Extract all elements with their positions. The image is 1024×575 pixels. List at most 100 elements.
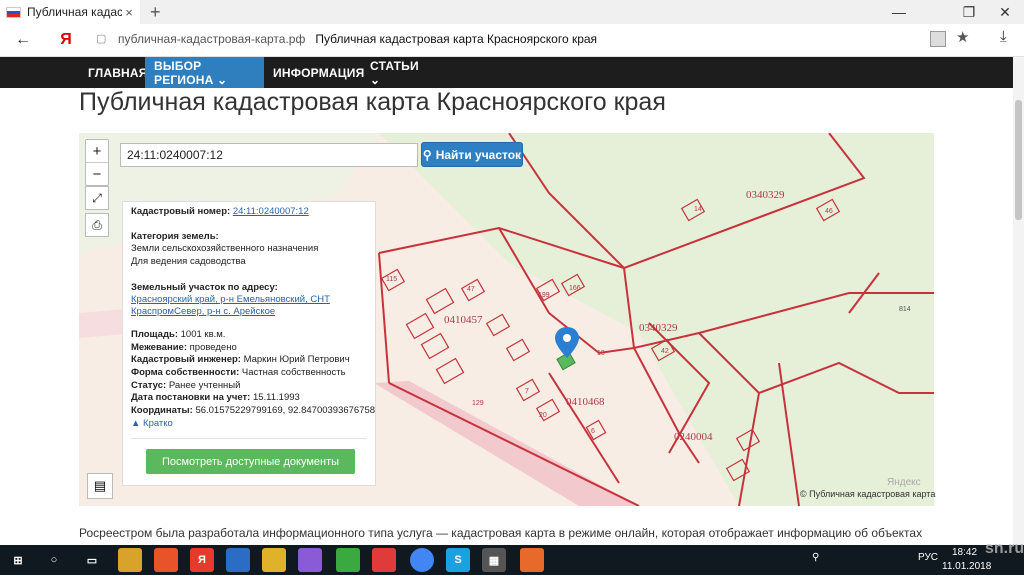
yandex-logo-icon[interactable]: Я	[55, 30, 77, 50]
view-documents-button[interactable]: Посмотреть доступные документы	[146, 449, 355, 474]
plot-number: 20	[539, 412, 547, 419]
plot-number: 199	[538, 292, 550, 299]
plot-number: 42	[661, 348, 669, 355]
plot-number: 6	[591, 428, 595, 435]
page-action-icon[interactable]	[930, 31, 946, 47]
site-watermark: sn.ru	[985, 540, 1024, 557]
page-icon: ▢	[96, 33, 107, 45]
language-indicator[interactable]: РУС	[918, 552, 938, 563]
area-label: Площадь:	[131, 329, 178, 340]
layers-icon[interactable]: ▤	[87, 473, 113, 499]
nav-articles[interactable]: СТАТЬИ ⌄	[361, 57, 431, 88]
maximize-button[interactable]: ❐	[954, 0, 984, 24]
yandex-browser-icon[interactable]: Я	[190, 548, 214, 572]
quarter-label: 0410468	[566, 396, 605, 408]
cad-number-link[interactable]: 24:11:0240007:12	[233, 206, 309, 217]
ownership-label: Форма собственности:	[131, 367, 240, 378]
minimize-button[interactable]: —	[884, 0, 914, 24]
cad-number-label: Кадастровый номер:	[131, 206, 231, 217]
fullscreen-icon[interactable]: ⤢	[85, 186, 109, 210]
back-button[interactable]: ←	[12, 30, 34, 50]
search-icon[interactable]: ○	[42, 548, 66, 572]
engineer-label: Кадастровый инженер:	[131, 354, 241, 365]
brief-toggle-link[interactable]: ▲ Кратко	[131, 418, 173, 431]
calculator-icon[interactable]: ▦	[482, 548, 506, 572]
app-icon[interactable]	[262, 548, 286, 572]
zoom-out-button[interactable]: −	[86, 163, 108, 185]
app-icon[interactable]	[520, 548, 544, 572]
plot-number: 115	[386, 276, 397, 283]
russia-flag-icon	[6, 6, 21, 18]
plot-number: 7	[525, 388, 529, 395]
category-value: Земли сельскохозяйственного назначения	[131, 243, 319, 254]
app-icon[interactable]	[372, 548, 396, 572]
tab-close-icon[interactable]: ×	[122, 5, 136, 20]
url-title: Публичная кадастровая карта Красноярског…	[315, 32, 598, 46]
area-value: 1001 кв.м.	[180, 329, 226, 340]
survey-value: проведено	[189, 342, 237, 353]
search-icon: ⚲	[422, 147, 432, 162]
status-value: Ранее учтенный	[168, 380, 241, 391]
address-link-line1[interactable]: Красноярский край, р-н Емельяновский, СН…	[131, 294, 330, 307]
skype-icon[interactable]: S	[446, 548, 470, 572]
nav-region-select[interactable]: ВЫБОР РЕГИОНА ⌄	[145, 57, 264, 88]
ownership-value: Частная собственность	[241, 367, 346, 378]
people-icon[interactable]: ⚲	[812, 552, 819, 563]
usage-value: Для ведения садоводства	[131, 256, 246, 267]
app-icon[interactable]	[298, 548, 322, 572]
quarter-label: 0410457	[444, 314, 483, 326]
clock-time[interactable]: 18:42	[952, 547, 977, 558]
nav-home[interactable]: ГЛАВНАЯ	[79, 57, 147, 88]
zoom-in-button[interactable]: +	[86, 140, 108, 163]
cadastral-search-input[interactable]: 24:11:0240007:12	[120, 143, 418, 167]
status-label: Статус:	[131, 380, 167, 391]
zoom-control: + −	[85, 139, 109, 186]
file-explorer-icon[interactable]	[118, 548, 142, 572]
app-icon[interactable]	[154, 548, 178, 572]
scrollbar-thumb[interactable]	[1015, 100, 1022, 220]
engineer-value: Маркин Юрий Петрович	[243, 354, 350, 365]
map-marker-icon[interactable]	[555, 327, 579, 358]
find-plot-label: Найти участок	[435, 147, 522, 162]
close-window-button[interactable]: ✕	[990, 0, 1020, 24]
new-tab-button[interactable]: +	[150, 2, 161, 23]
clock-date[interactable]: 11.01.2018	[942, 561, 991, 572]
chrome-icon[interactable]	[410, 548, 434, 572]
registration-date-value: 15.11.1993	[252, 392, 300, 403]
address-label: Земельный участок по адресу:	[131, 282, 278, 293]
browser-tab[interactable]: Публичная кадастровая ×	[0, 0, 140, 24]
quarter-label: 0240004	[674, 431, 713, 443]
quarter-label: 0340329	[746, 189, 785, 201]
intro-paragraph: Росреестром была разработала информацион…	[79, 526, 923, 540]
yandex-watermark: Яндекс	[887, 477, 921, 488]
coordinates-label: Координаты:	[131, 405, 193, 416]
app-icon[interactable]	[226, 548, 250, 572]
windows-start-icon[interactable]: ⊞	[6, 548, 30, 572]
address-link-line2[interactable]: КраспромСевер, р-н с. Арейское	[131, 306, 275, 319]
plot-number: 166	[569, 285, 581, 292]
download-icon[interactable]: ⤓	[1000, 28, 1007, 45]
plot-info-panel: Кадастровый номер: 24:11:0240007:12 Кате…	[122, 201, 376, 486]
url-field[interactable]: ▢ публичная-кадастровая-карта.рф Публичн…	[88, 28, 978, 50]
plot-number: 14	[694, 206, 702, 213]
bookmark-icon[interactable]: ★	[956, 28, 969, 46]
print-icon[interactable]: ⎙	[85, 213, 109, 237]
quarter-label: 0340329	[639, 322, 678, 334]
find-plot-button[interactable]: ⚲ Найти участок	[421, 142, 523, 167]
tab-title: Публичная кадастровая	[27, 5, 122, 19]
page-title: Публичная кадастровая карта Красноярског…	[79, 88, 666, 116]
plot-number: 46	[825, 208, 833, 215]
survey-label: Межевание:	[131, 342, 187, 353]
plot-number: 814	[899, 306, 911, 313]
category-label: Категория земель:	[131, 231, 219, 242]
url-host: публичная-кадастровая-карта.рф	[118, 32, 306, 46]
coordinates-value: 56.01575229799169, 92.84700393676758	[195, 405, 376, 416]
torrent-icon[interactable]	[336, 548, 360, 572]
task-view-icon[interactable]: ▭	[80, 548, 104, 572]
plot-number: 10	[597, 350, 605, 357]
registration-date-label: Дата постановки на учет:	[131, 392, 251, 403]
map-copyright[interactable]: © Публичная кадастровая карта	[800, 489, 935, 499]
plot-number: 47	[467, 286, 475, 293]
nav-information[interactable]: ИНФОРМАЦИЯ	[264, 57, 364, 88]
panel-divider	[131, 438, 367, 439]
